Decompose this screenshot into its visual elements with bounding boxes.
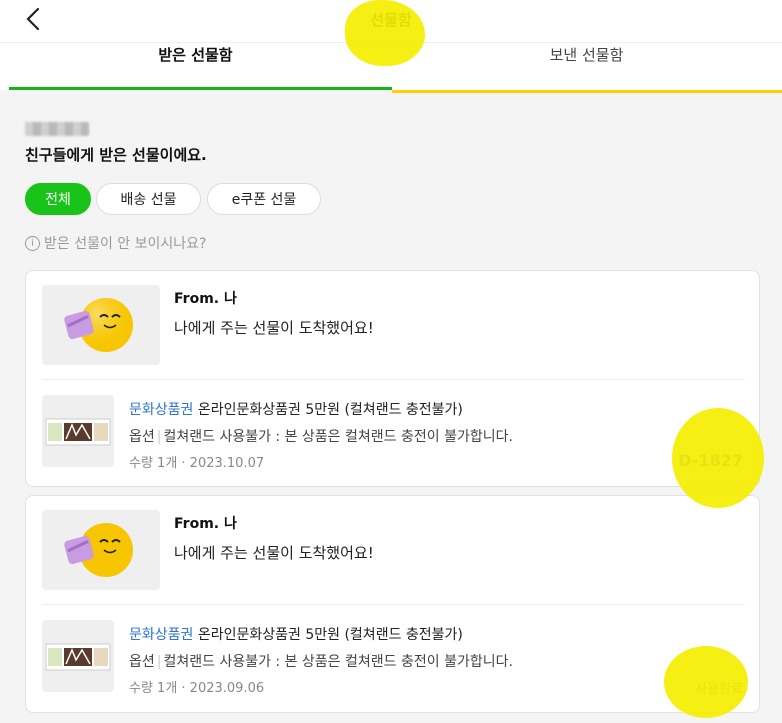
gift-card-icon [45,643,111,671]
missing-gift-hint[interactable]: i 받은 선물이 안 보이시나요? [25,233,206,253]
gift-message: 나에게 주는 선물이 도착했어요! [174,544,374,562]
product-name: 온라인문화상품권 5만원 (컬쳐랜드 충전불가) [197,627,463,643]
dday-badge: D-1827 [678,451,743,470]
divider [42,604,745,605]
tab-sent[interactable]: 보낸 선물함 [391,43,782,89]
tab-bar: 받은 선물함 보낸 선물함 [0,42,782,91]
brand-link[interactable]: 문화상품권 [129,627,193,643]
emoticon-thumbnail [42,510,160,590]
gift-card[interactable]: From. 나 나에게 주는 선물이 도착했어요! 문화상품권 온라인문화상품권… [25,495,760,713]
gift-meta: 수량 1개 · 2023.10.07 [129,456,265,471]
option-label: 옵션 [129,429,155,445]
product-option: 옵션 | 컬쳐랜드 사용불가 : 본 상품은 컬쳐랜드 충전이 불가합니다. [129,429,513,445]
gift-message: 나에게 주는 선물이 도착했어요! [174,319,374,337]
top-bar: 선물함 받은 선물함 보낸 선물함 [0,0,782,90]
sender-label: From. 나 [174,291,237,307]
gift-card[interactable]: From. 나 나에게 주는 선물이 도착했어요! 문화상품권 온라인문화상품권… [25,270,760,487]
divider [42,379,745,380]
product-title[interactable]: 문화상품권 온라인문화상품권 5만원 (컬쳐랜드 충전불가) [129,399,463,419]
filter-delivery-chip[interactable]: 배송 선물 [96,183,201,215]
option-text: 컬쳐랜드 사용불가 : 본 상품은 컬쳐랜드 충전이 불가합니다. [163,429,513,445]
product-thumbnail [42,395,114,467]
tab-underline [392,90,782,93]
gift-card-icon [45,418,111,446]
brand-link[interactable]: 문화상품권 [129,402,193,418]
received-subtitle: 친구들에게 받은 선물이에요. [25,146,207,164]
info-icon: i [25,235,40,251]
used-status: 사용완료 [695,682,743,697]
sender-label: From. 나 [174,516,237,532]
page-title: 선물함 [370,11,412,29]
product-name: 온라인문화상품권 5만원 (컬쳐랜드 충전불가) [197,402,463,418]
gift-emoticon-icon [64,523,133,577]
option-text: 컬쳐랜드 사용불가 : 본 상품은 컬쳐랜드 충전이 불가합니다. [163,654,513,670]
filter-ecoupon-chip[interactable]: e쿠폰 선물 [207,183,321,215]
blurred-user-name [25,122,89,136]
product-title[interactable]: 문화상품권 온라인문화상품권 5만원 (컬쳐랜드 충전불가) [129,624,463,644]
product-option: 옵션 | 컬쳐랜드 사용불가 : 본 상품은 컬쳐랜드 충전이 불가합니다. [129,654,513,670]
emoticon-thumbnail [42,285,160,365]
tab-received[interactable]: 받은 선물함 [0,43,391,89]
gift-emoticon-icon [64,298,133,352]
product-thumbnail [42,620,114,692]
option-label: 옵션 [129,654,155,670]
gift-meta: 수량 1개 · 2023.09.06 [129,681,265,696]
filter-all-chip[interactable]: 전체 [25,183,91,215]
active-tab-indicator [9,87,392,90]
hint-text: 받은 선물이 안 보이시나요? [44,236,207,252]
